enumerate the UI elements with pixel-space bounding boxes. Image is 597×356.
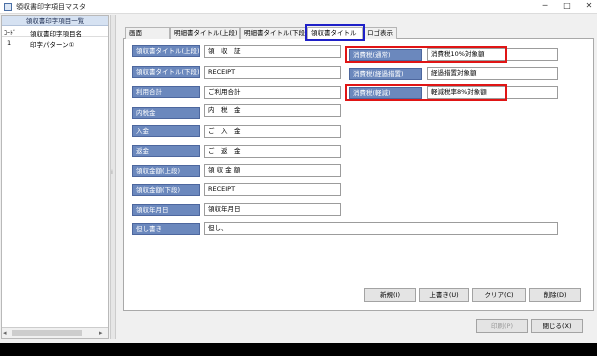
close-icon[interactable]: ✕ [582,0,596,13]
input-receipt-amount-lower[interactable]: RECEIPT [204,183,341,196]
tab-logo[interactable]: ロゴ表示 [363,27,397,39]
title-bar: 領収書印字項目マスタ ─ □ ✕ [0,0,597,14]
maximize-icon[interactable]: □ [560,0,574,13]
input-tax-included[interactable]: 内 税 金 [204,104,341,117]
label-receipt-title-upper[interactable]: 領収書タイトル(上段) [132,45,200,57]
column-code[interactable]: ｺｰﾄﾞ [4,28,16,37]
active-tab-highlight [305,24,365,41]
delete-button[interactable]: 削除(D) [529,288,581,302]
label-proviso[interactable]: 但し書き [132,223,200,235]
bottom-bar [0,343,597,356]
clear-button[interactable]: クリア(C) [472,288,526,302]
input-receipt-title-lower[interactable]: RECEIPT [204,66,341,79]
list-item-name: 印字パターン① [30,41,75,49]
list-item[interactable]: 1 印字パターン① [2,38,108,49]
input-payment[interactable]: ご 入 金 [204,125,341,138]
label-refund[interactable]: 返金 [132,145,200,157]
horizontal-scrollbar[interactable]: ◂ ▸ [2,327,108,338]
splitter-grip-icon: ⁞ [111,169,113,176]
list-column-header: ｺｰﾄﾞ 領収書印字項目名 [2,27,108,38]
highlight-tax-reduced [345,84,507,101]
window-title: 領収書印字項目マスタ [16,3,86,11]
label-receipt-date[interactable]: 領収年月日 [132,204,200,216]
label-tax-included[interactable]: 内税金 [132,107,200,119]
scroll-left-icon[interactable]: ◂ [3,329,7,337]
scroll-thumb[interactable] [12,330,82,336]
list-item-code: 1 [7,39,12,47]
close-button[interactable]: 閉じる(X) [531,319,583,333]
pane-splitter[interactable]: ⁞ [110,15,116,339]
tab-screen[interactable]: 画面 [125,27,170,39]
label-receipt-amount-upper[interactable]: 領収金額(上段) [132,165,200,177]
input-receipt-date[interactable]: 領収年月日 [204,203,341,216]
minimize-icon[interactable]: ─ [538,0,552,13]
print-button[interactable]: 印刷(P) [476,319,528,333]
label-receipt-title-lower[interactable]: 領収書タイトル(下段) [132,66,200,78]
label-tax-transitional[interactable]: 消費税(経過措置) [349,68,422,80]
app-icon [4,3,12,11]
new-button[interactable]: 新規(I) [364,288,416,302]
item-list-pane: 領収書印字項目一覧 ｺｰﾄﾞ 領収書印字項目名 1 印字パターン① ◂ ▸ [1,15,109,339]
list-header: 領収書印字項目一覧 [2,16,108,26]
input-tax-transitional[interactable]: 経過措置対象額 [427,67,558,80]
scroll-right-icon[interactable]: ▸ [99,329,103,337]
tab-statement-title-lower[interactable]: 明細書タイトル(下段) [240,27,306,39]
label-usage-total[interactable]: 利用合計 [132,86,200,98]
input-usage-total[interactable]: ご利用合計 [204,86,341,99]
highlight-tax-standard [345,46,507,63]
label-payment[interactable]: 入金 [132,125,200,137]
input-receipt-amount-upper[interactable]: 領 収 金 額 [204,164,341,177]
overwrite-button[interactable]: 上書き(U) [419,288,469,302]
tab-statement-title-upper[interactable]: 明細書タイトル(上段) [170,27,240,39]
label-receipt-amount-lower[interactable]: 領収金額(下段) [132,184,200,196]
column-name[interactable]: 領収書印字項目名 [30,28,82,38]
input-receipt-title-upper[interactable]: 領 収 証 [204,45,341,58]
input-refund[interactable]: ご 返 金 [204,145,341,158]
input-proviso[interactable]: 但し、 [204,222,558,235]
